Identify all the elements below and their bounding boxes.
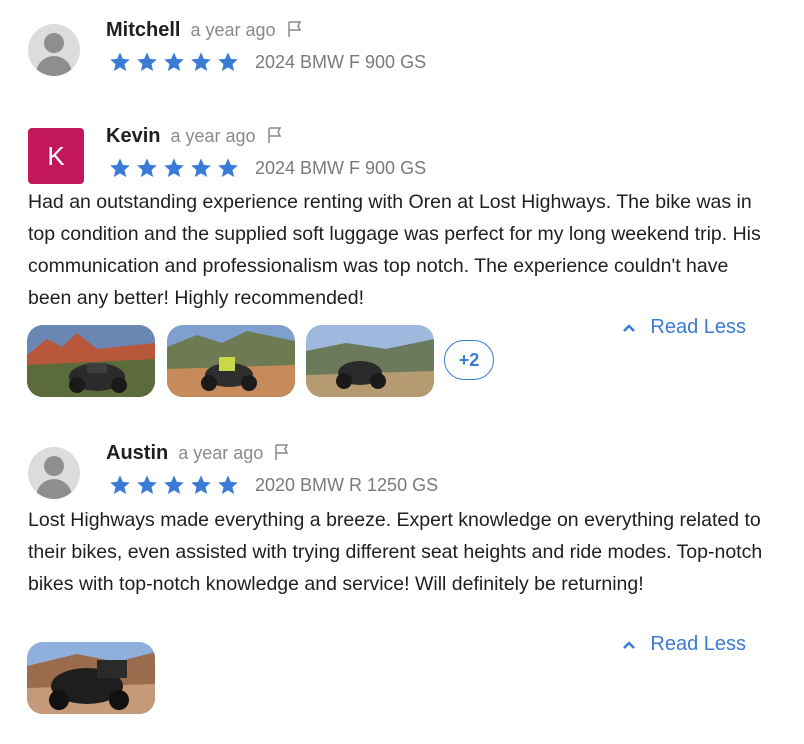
- reviewer-name: Mitchell: [106, 19, 181, 41]
- avatar: K: [28, 128, 84, 184]
- star-icon: [216, 157, 240, 179]
- chevron-up-icon: [622, 640, 636, 650]
- star-icon: [135, 157, 159, 179]
- review-photo[interactable]: [27, 642, 155, 714]
- star-icon: [189, 474, 213, 496]
- star-icon: [216, 474, 240, 496]
- review-photo[interactable]: [167, 325, 295, 397]
- flag-icon[interactable]: [266, 126, 284, 144]
- review-text: Lost Highways made everything a breeze. …: [28, 509, 763, 595]
- vehicle-label: 2024 BMW F 900 GS: [255, 157, 427, 178]
- review-time: a year ago: [190, 20, 276, 40]
- vehicle-label: 2020 BMW R 1250 GS: [255, 474, 439, 495]
- star-icon: [189, 51, 213, 73]
- star-icon: [108, 474, 132, 496]
- reviewer-name: Austin: [106, 442, 169, 464]
- read-less-label: Read Less: [650, 316, 746, 338]
- avatar-letter: K: [47, 140, 65, 171]
- star-icon: [162, 157, 186, 179]
- star-icon: [108, 157, 132, 179]
- reviewer-name: Kevin: [106, 125, 161, 147]
- star-icon: [162, 51, 186, 73]
- avatar: [28, 447, 80, 499]
- flag-icon[interactable]: [273, 443, 291, 461]
- review-photo[interactable]: [27, 325, 155, 397]
- read-less-button[interactable]: Read Less: [622, 633, 746, 656]
- star-icon: [108, 51, 132, 73]
- star-icon: [216, 51, 240, 73]
- chevron-up-icon: [622, 323, 636, 333]
- avatar: [28, 24, 80, 76]
- more-photos-button[interactable]: +2: [444, 340, 494, 380]
- vehicle-label: 2024 BMW F 900 GS: [255, 51, 427, 72]
- review-photo[interactable]: [306, 325, 434, 397]
- star-icon: [162, 474, 186, 496]
- star-icon: [189, 157, 213, 179]
- star-icon: [135, 474, 159, 496]
- star-icon: [135, 51, 159, 73]
- review-time: a year ago: [170, 126, 256, 146]
- review-text: Had an outstanding experience renting wi…: [28, 191, 761, 309]
- read-less-label: Read Less: [650, 633, 746, 655]
- read-less-button[interactable]: Read Less: [622, 316, 746, 339]
- review-time: a year ago: [178, 443, 264, 463]
- flag-icon[interactable]: [286, 20, 304, 38]
